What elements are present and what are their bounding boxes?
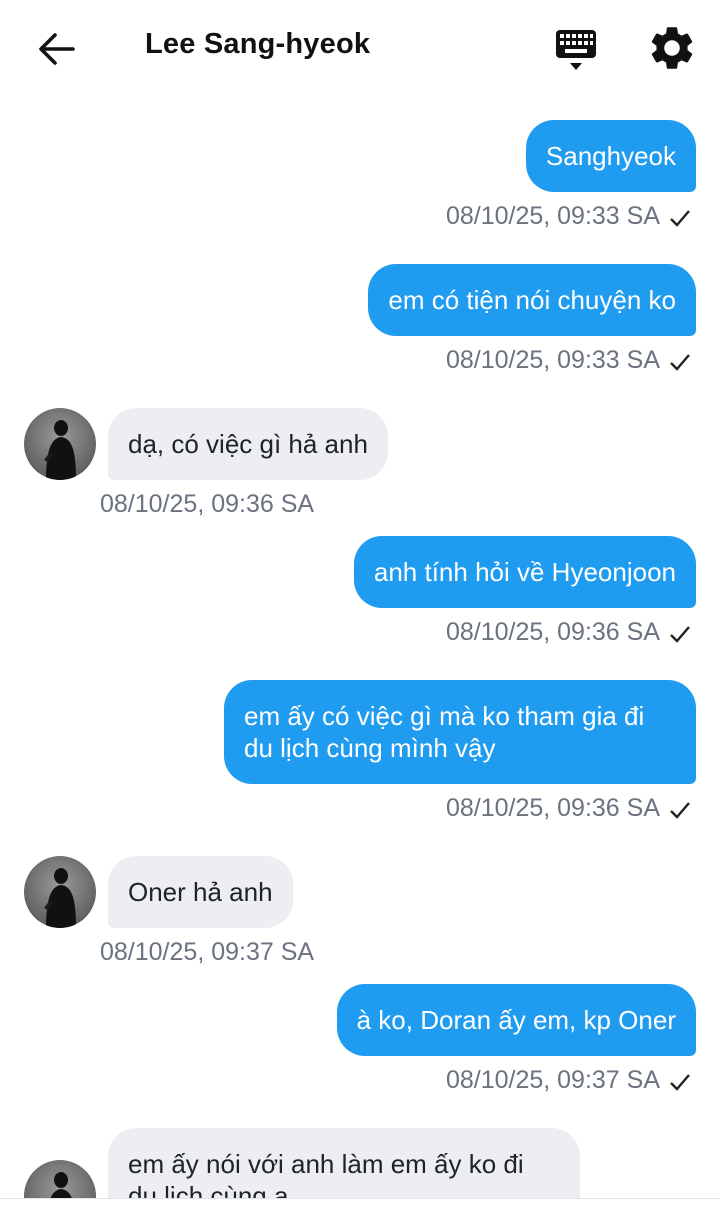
- outgoing-message[interactable]: anh tính hỏi về Hyeonjoon: [353, 536, 696, 608]
- message-timestamp: 08/10/25, 09:36 SA: [100, 490, 315, 518]
- settings-button[interactable]: [646, 22, 698, 74]
- message-timestamp: 08/10/25, 09:36 SA: [445, 618, 660, 646]
- message-text: Sanghyeok: [545, 141, 676, 171]
- message-text: anh tính hỏi về Hyeonjoon: [373, 557, 676, 587]
- outgoing-message[interactable]: Sanghyeok: [525, 120, 696, 192]
- person-silhouette-icon: [44, 420, 76, 480]
- message-text: à ko, Doran ấy em, kp Oner: [356, 1005, 676, 1035]
- message-text: Oner hả anh: [128, 877, 273, 907]
- message-text-line: em ấy có việc gì mà ko tham gia đi: [244, 701, 645, 731]
- contact-name: Lee Sang-hyeok: [145, 28, 371, 60]
- back-button[interactable]: [30, 26, 82, 72]
- message-timestamp: 08/10/25, 09:36 SA: [445, 794, 660, 822]
- message-text-line: em ấy nói với anh làm em ấy ko đi: [128, 1149, 524, 1179]
- sent-check-icon: [670, 802, 690, 819]
- message-text: dạ, có việc gì hả anh: [128, 429, 368, 459]
- bottom-bar: [0, 1199, 720, 1221]
- message-text-line: du lịch cùng a...: [128, 1181, 311, 1198]
- person-silhouette-icon: [44, 868, 76, 928]
- sent-check-icon: [670, 626, 690, 643]
- chat-screen: Lee Sang-hyeok Sanghyeok 08/10/25, 09:33…: [0, 0, 720, 1221]
- gear-icon: [651, 27, 693, 69]
- sent-check-icon: [670, 210, 690, 227]
- incoming-message[interactable]: dạ, có việc gì hả anh: [108, 408, 388, 480]
- message-timestamp: 08/10/25, 09:33 SA: [445, 202, 660, 230]
- keyboard-button[interactable]: [548, 24, 604, 74]
- arrow-left-icon: [39, 33, 75, 65]
- message-text: em có tiện nói chuyện ko: [388, 285, 676, 315]
- message-timestamp: 08/10/25, 09:33 SA: [445, 346, 660, 374]
- contact-avatar[interactable]: [24, 856, 96, 928]
- message-text-line: du lịch cùng mình vậy: [244, 733, 496, 763]
- sent-check-icon: [670, 1074, 690, 1091]
- keyboard-icon: [556, 30, 596, 70]
- chat-header: Lee Sang-hyeok: [0, 0, 720, 96]
- incoming-message[interactable]: Oner hả anh: [108, 856, 293, 928]
- contact-avatar[interactable]: [24, 408, 96, 480]
- person-silhouette-icon: [50, 1172, 72, 1198]
- outgoing-message[interactable]: à ko, Doran ấy em, kp Oner: [336, 984, 696, 1056]
- message-timestamp: 08/10/25, 09:37 SA: [445, 1066, 660, 1094]
- incoming-message[interactable]: em ấy nói với anh làm em ấy ko đi du lịc…: [108, 1128, 580, 1198]
- message-list[interactable]: Sanghyeok 08/10/25, 09:33 SA em có tiện …: [0, 96, 720, 1198]
- outgoing-message[interactable]: em ấy có việc gì mà ko tham gia đi du lị…: [224, 680, 696, 784]
- contact-avatar[interactable]: [24, 1160, 96, 1198]
- message-timestamp: 08/10/25, 09:37 SA: [100, 938, 315, 966]
- sent-check-icon: [670, 354, 690, 371]
- outgoing-message[interactable]: em có tiện nói chuyện ko: [368, 264, 696, 336]
